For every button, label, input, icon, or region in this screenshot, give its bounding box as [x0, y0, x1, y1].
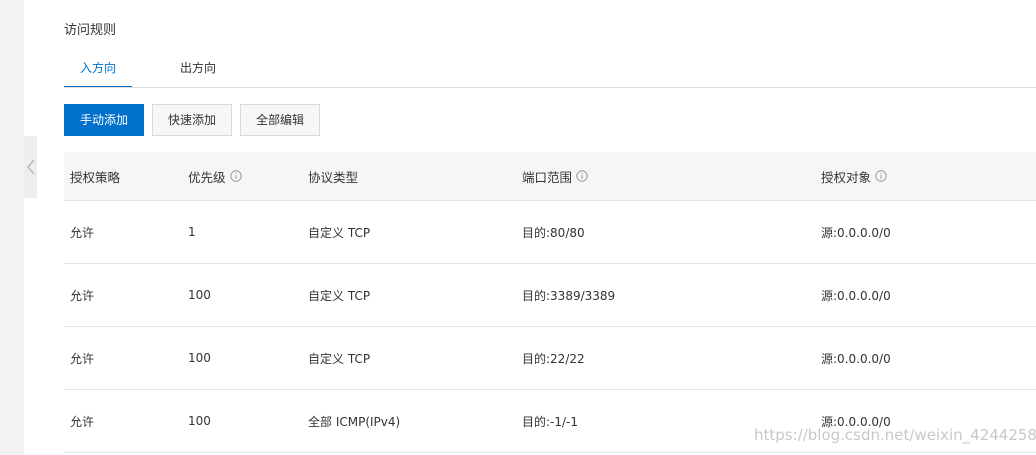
tabs-divider [64, 87, 1036, 88]
header-cell: 授权对象 [821, 152, 887, 200]
header-source: 授权对象 [821, 169, 872, 185]
tab-inbound[interactable]: 入方向 [64, 58, 132, 88]
header-policy: 授权策略 [70, 169, 121, 185]
rules-table: 授权策略 优先级 协议类型 端口范围 授权对象 允许 1 自定义 TCP 目的:… [64, 152, 1036, 453]
info-circle-icon[interactable] [875, 170, 887, 182]
table-header: 授权策略 优先级 协议类型 端口范围 授权对象 [64, 152, 1036, 201]
header-priority: 优先级 [188, 169, 226, 185]
watermark-text: https://blog.csdn.net/weixin_42442589 [754, 426, 1036, 444]
cell-protocol: 自定义 TCP [308, 351, 371, 366]
cell-protocol: 自定义 TCP [308, 288, 371, 303]
cell-priority: 100 [188, 288, 211, 302]
cell-policy: 允许 [70, 288, 95, 303]
header-port-range: 端口范围 [522, 169, 573, 185]
header-cell: 授权策略 [70, 152, 120, 200]
cell-port-range: 目的:22/22 [522, 351, 585, 366]
edit-all-button[interactable]: 全部编辑 [240, 104, 320, 136]
cell-source: 源:0.0.0.0/0 [821, 225, 891, 240]
cell-policy: 允许 [70, 225, 95, 240]
quick-add-button[interactable]: 快速添加 [152, 104, 232, 136]
tab-outbound[interactable]: 出方向 [164, 58, 232, 88]
table-row: 允许 100 自定义 TCP 目的:3389/3389 源:0.0.0.0/0 [64, 264, 1036, 327]
cell-policy: 允许 [70, 414, 95, 429]
header-protocol: 协议类型 [308, 169, 359, 185]
cell-priority: 100 [188, 351, 211, 365]
info-circle-icon[interactable] [229, 170, 242, 182]
left-panel-strip [0, 0, 24, 455]
chevron-left-icon [26, 159, 35, 175]
cell-source: 源:0.0.0.0/0 [821, 351, 891, 366]
section-title: 访问规则 [64, 23, 117, 38]
cell-protocol: 全部 ICMP(IPv4) [308, 414, 401, 429]
cell-priority: 1 [188, 225, 196, 239]
header-cell: 协议类型 [308, 152, 358, 200]
info-circle-icon[interactable] [576, 170, 588, 182]
cell-port-range: 目的:80/80 [522, 225, 585, 240]
header-cell: 优先级 [188, 152, 242, 200]
cell-protocol: 自定义 TCP [308, 225, 371, 240]
cell-policy: 允许 [70, 351, 95, 366]
manual-add-button[interactable]: 手动添加 [64, 104, 144, 136]
sidebar-collapse-handle[interactable] [24, 136, 37, 198]
table-row: 允许 1 自定义 TCP 目的:80/80 源:0.0.0.0/0 [64, 201, 1036, 264]
header-cell: 端口范围 [522, 152, 588, 200]
cell-port-range: 目的:-1/-1 [522, 414, 579, 429]
table-row: 允许 100 自定义 TCP 目的:22/22 源:0.0.0.0/0 [64, 327, 1036, 390]
cell-source: 源:0.0.0.0/0 [821, 288, 891, 303]
cell-port-range: 目的:3389/3389 [522, 288, 616, 303]
cell-priority: 100 [188, 414, 211, 428]
